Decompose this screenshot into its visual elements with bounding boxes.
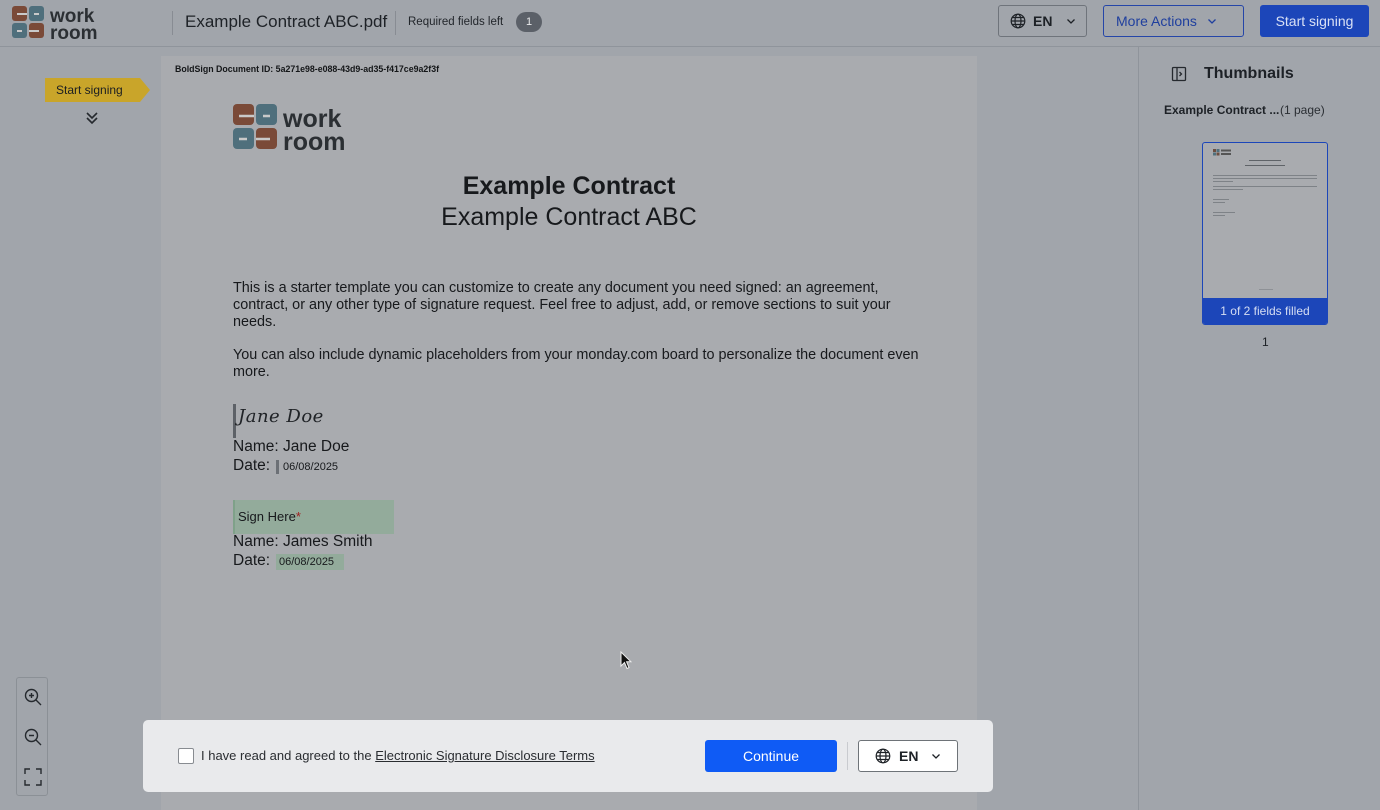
thumb-line (1213, 212, 1235, 213)
panel-icon[interactable] (1171, 66, 1187, 82)
thumbnail-logo (1213, 149, 1231, 156)
signer1-date-label: Date: (233, 457, 271, 474)
contract-subtitle: Example Contract ABC (441, 203, 697, 231)
signer2-date-label: Date: (233, 552, 271, 569)
signature-jane: Jane Doe (238, 406, 324, 427)
thumb-line (1213, 178, 1317, 179)
language-label: EN (1033, 13, 1053, 29)
document-id: BoldSign Document ID: 5a271e98-e088-43d9… (175, 64, 440, 74)
chevron-down-icon (1207, 19, 1216, 24)
divider (172, 11, 173, 35)
thumb-line (1259, 289, 1273, 290)
svg-text:room: room (283, 128, 346, 152)
sign-here-field[interactable]: Sign Here* (233, 500, 394, 534)
thumb-line (1213, 186, 1317, 187)
document-page: BoldSign Document ID: 5a271e98-e088-43d9… (161, 56, 977, 810)
fields-filled-status: 1 of 2 fields filled (1203, 298, 1327, 324)
document-title: Example Contract ABC.pdf (185, 12, 388, 31)
signer1-date-field: 06/08/2025 (276, 460, 338, 474)
sign-here-label: Sign Here (238, 509, 296, 524)
workroom-logo[interactable]: work room (11, 5, 126, 41)
required-fields-badge: 1 (516, 12, 542, 32)
more-actions-button[interactable]: More Actions (1103, 5, 1244, 37)
start-signing-flag-label: Start signing (56, 83, 123, 97)
thumbnail-page-number: 1 (1262, 335, 1269, 349)
consent-dialog: I have read and agreed to the Electronic… (143, 720, 993, 792)
thumb-line (1213, 202, 1225, 203)
thumb-line (1213, 175, 1317, 176)
thumbnails-panel: Thumbnails Example Contract ... (1 page)… (1138, 47, 1380, 810)
thumb-line (1213, 181, 1233, 182)
required-asterisk: * (295, 509, 301, 524)
disclosure-terms-link[interactable]: Electronic Signature Disclosure Terms (375, 748, 594, 763)
divider (847, 742, 848, 770)
thumb-line (1213, 215, 1225, 216)
divider (395, 11, 396, 35)
thumb-line (1213, 199, 1229, 200)
language-dropdown[interactable]: EN (998, 5, 1087, 37)
fit-screen-icon[interactable] (23, 767, 43, 787)
chevron-down-icon (932, 754, 941, 759)
continue-button[interactable]: Continue (705, 740, 837, 772)
zoom-in-icon[interactable] (23, 687, 43, 707)
agree-checkbox[interactable] (178, 748, 194, 764)
thumbnail-page-count: (1 page) (1280, 103, 1325, 117)
required-fields-label: Required fields left (408, 16, 504, 28)
consent-language-dropdown[interactable]: EN (858, 740, 958, 772)
consent-language-label: EN (899, 748, 919, 764)
signer1-name: Name: Jane Doe (233, 438, 350, 455)
globe-icon (875, 748, 891, 764)
thumb-line (1213, 189, 1243, 190)
thumb-line (1245, 165, 1285, 166)
thumb-line (1249, 160, 1281, 161)
intro-paragraph: This is a starter template you can custo… (233, 280, 891, 330)
placeholder-paragraph: You can also include dynamic placeholder… (233, 347, 919, 380)
zoom-out-icon[interactable] (23, 727, 43, 747)
logo-room-text: room (50, 23, 98, 41)
thumbnails-title: Thumbnails (1204, 65, 1294, 82)
cursor-icon (620, 651, 632, 670)
globe-icon (1010, 13, 1026, 29)
page-thumbnail[interactable]: 1 of 2 fields filled (1202, 142, 1328, 325)
document-logo: work room (233, 104, 346, 152)
signature-marker (233, 404, 236, 438)
double-chevron-down-icon[interactable] (84, 110, 100, 126)
signer2-date-field[interactable]: 06/08/2025 (276, 554, 344, 570)
consent-text: I have read and agreed to the Electronic… (201, 748, 595, 764)
consent-prefix: I have read and agreed to the (201, 748, 372, 763)
contract-title: Example Contract (462, 172, 676, 200)
signer2-name: Name: James Smith (233, 533, 373, 550)
start-signing-button[interactable]: Start signing (1260, 5, 1369, 37)
zoom-toolbar (16, 677, 48, 796)
chevron-down-icon (1067, 19, 1076, 24)
thumbnail-doc-name: Example Contract ... (1164, 103, 1280, 117)
top-bar: work room Example Contract ABC.pdf Requi… (0, 0, 1380, 47)
more-actions-label: More Actions (1116, 13, 1197, 29)
